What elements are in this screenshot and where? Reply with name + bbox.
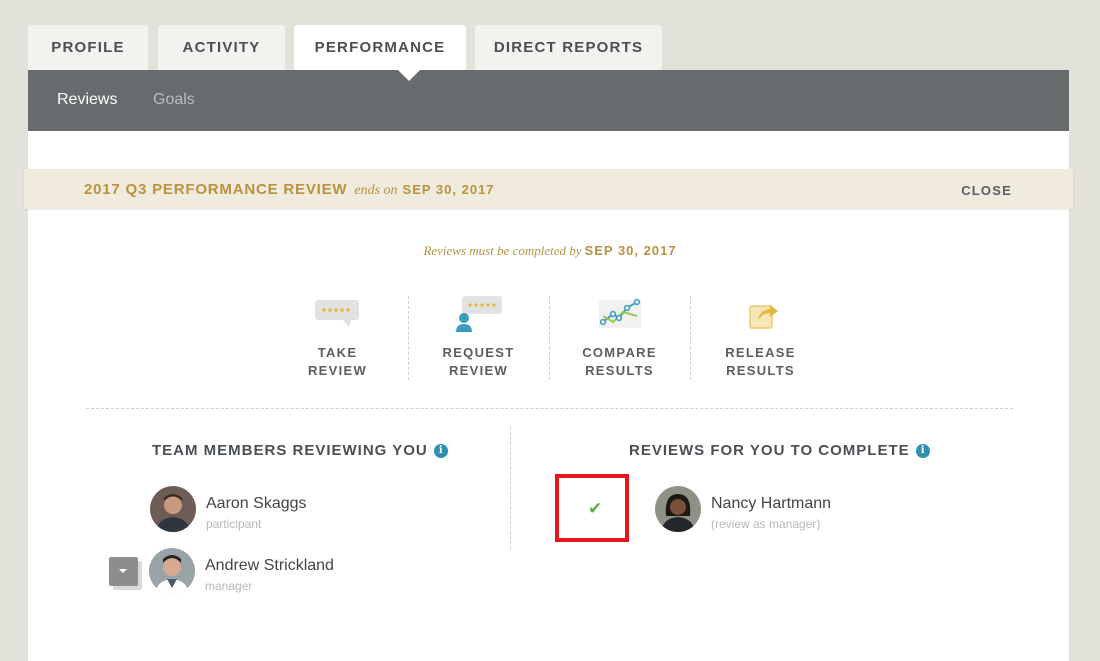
- review-ends-label: ends on: [354, 183, 398, 198]
- share-icon: [748, 305, 778, 329]
- review-title: 2017 Q3 PERFORMANCE REVIEW ends on SEP 30,…: [84, 181, 495, 198]
- reviewer-role: manager: [205, 579, 253, 593]
- reviewer-role: participant: [206, 517, 262, 531]
- avatar-image: [149, 548, 195, 594]
- info-icon[interactable]: i: [433, 443, 448, 458]
- avatar: [150, 486, 196, 532]
- sub-navigation: Reviews Goals: [28, 70, 1069, 131]
- take-review-button[interactable]: TAKE REVIEW: [267, 296, 408, 382]
- complete-review-checkbox[interactable]: ✔: [555, 474, 629, 542]
- deadline-note: Reviews must be completed by SEP 30, 2017: [423, 243, 677, 258]
- release-results-button[interactable]: RELEASE RESULTS: [690, 296, 831, 382]
- tab-activity[interactable]: ACTIVITY: [158, 25, 285, 70]
- compare-results-button[interactable]: COMPARE RESULTS: [549, 296, 690, 382]
- reviewer-name: Aaron Skaggs: [206, 495, 307, 512]
- review-banner: 2017 Q3 PERFORMANCE REVIEW ends on SEP 30,…: [24, 169, 1073, 209]
- person-rating-icon: [455, 296, 502, 332]
- subnav-goals[interactable]: Goals: [153, 91, 195, 109]
- rating-bubble-icon: [314, 300, 359, 327]
- close-button[interactable]: CLOSE: [961, 183, 1012, 198]
- avatar: [655, 486, 701, 532]
- request-review-button[interactable]: REQUEST REVIEW: [408, 296, 549, 382]
- column-divider: [510, 427, 511, 549]
- chevron-down-icon: [119, 569, 127, 573]
- reviews-to-complete-heading: REVIEWS FOR YOU TO COMPLETE i: [629, 442, 930, 459]
- take-review-label: TAKE REVIEW: [307, 345, 368, 378]
- avatar-image: [655, 486, 701, 532]
- avatar-image: [150, 486, 196, 532]
- active-tab-caret: [398, 70, 420, 81]
- tab-direct-reports[interactable]: DIRECT REPORTS: [475, 25, 662, 70]
- checkmark-icon: ✔: [588, 499, 603, 519]
- subnav-reviews[interactable]: Reviews: [57, 91, 117, 109]
- tab-profile[interactable]: PROFILE: [28, 25, 148, 70]
- tab-performance[interactable]: PERFORMANCE: [294, 25, 466, 70]
- reviewer-dropdown-button[interactable]: [109, 557, 138, 586]
- team-reviewing-heading: TEAM MEMBERS REVIEWING YOU i: [152, 442, 448, 459]
- reviewee-role: (review as manager): [711, 517, 821, 531]
- deadline-date: SEP 30, 2017: [584, 243, 677, 258]
- reviewer-name: Andrew Strickland: [205, 557, 334, 574]
- release-results-label: RELEASE RESULTS: [725, 345, 796, 378]
- section-divider: [86, 408, 1013, 409]
- line-graph-icon: [598, 298, 641, 328]
- reviewee-name: Nancy Hartmann: [711, 495, 832, 512]
- info-icon[interactable]: i: [915, 443, 930, 458]
- avatar: [149, 548, 195, 594]
- review-end-date: SEP 30, 2017: [402, 182, 495, 197]
- compare-results-label: COMPARE RESULTS: [582, 345, 657, 378]
- request-review-label: REQUEST REVIEW: [442, 345, 515, 378]
